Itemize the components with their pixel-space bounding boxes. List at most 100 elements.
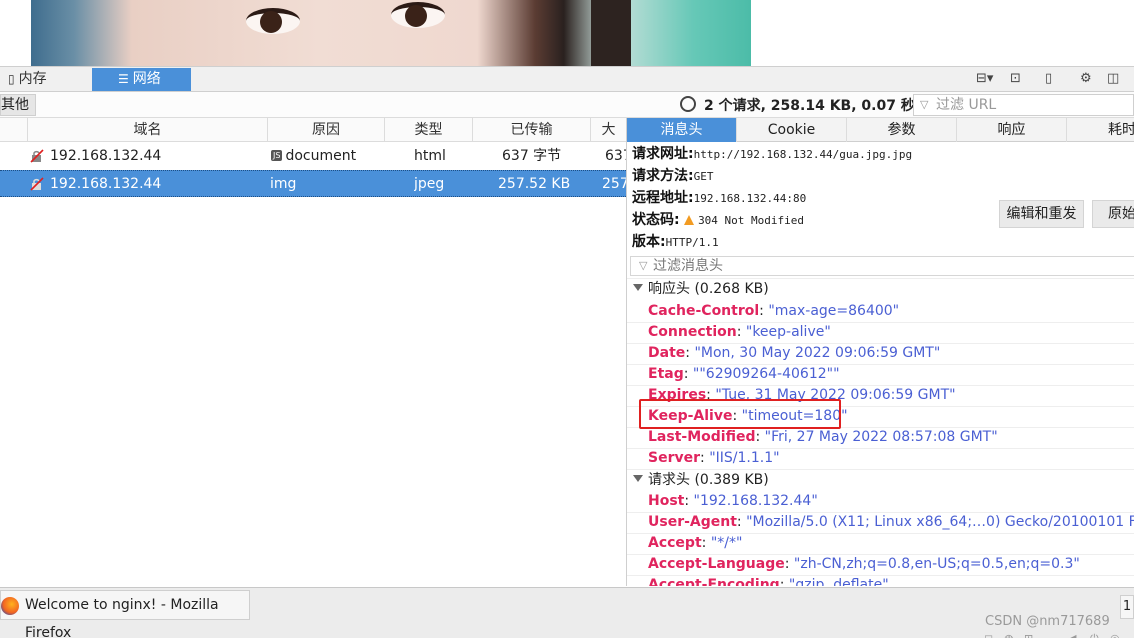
- taskbar: Welcome to nginx! - Mozilla Firefox 1 CS…: [0, 587, 1134, 638]
- column-type[interactable]: 类型: [384, 118, 472, 142]
- request-headers-title: 请求头 (0.389 KB): [648, 472, 769, 488]
- table-row[interactable]: 192.168.132.44 img jpeg 257.52 KB 257: [0, 170, 629, 197]
- portrait-image: [31, 0, 751, 66]
- tab-headers[interactable]: 消息头: [627, 118, 737, 142]
- header-filter-input[interactable]: ▽ 过滤消息头: [630, 256, 1134, 276]
- column-domain[interactable]: 域名: [27, 118, 267, 142]
- summary-remote-label: 远程地址:: [632, 190, 694, 206]
- eye-shape: [246, 8, 300, 34]
- insecure-lock-icon: [30, 177, 44, 191]
- header-name: Server: [648, 450, 701, 466]
- taskbar-window-title: Welcome to nginx! - Mozilla Firefox: [25, 597, 219, 638]
- power-icon[interactable]: ⏻: [1090, 632, 1099, 638]
- request-header-row: Host: "192.168.132.44": [648, 493, 818, 509]
- response-headers-title: 响应头 (0.268 KB): [648, 281, 769, 297]
- header-name: Accept-Language: [648, 556, 785, 572]
- dock-icon[interactable]: ⊟▾: [976, 71, 993, 86]
- header-value: "max-age=86400": [768, 303, 900, 319]
- table-row[interactable]: 192.168.132.44 JS document html 637 字节 63…: [0, 143, 632, 170]
- request-summary: 2 个请求, 258.14 KB, 0.07 秒: [680, 95, 915, 115]
- tab-timings[interactable]: 耗时: [1067, 118, 1134, 142]
- header-name: Date: [648, 345, 686, 361]
- performance-icon[interactable]: [680, 96, 696, 112]
- header-value: "gzip, deflate": [788, 577, 889, 586]
- tray-icon[interactable]: ◍: [1004, 632, 1014, 638]
- summary-status: 状态码: 304 Not Modified: [632, 209, 804, 231]
- cell-transferred: 637 字节: [502, 148, 562, 164]
- column-size[interactable]: 大: [590, 118, 626, 142]
- response-header-row: Connection: "keep-alive": [648, 324, 831, 340]
- split-console-icon[interactable]: ◫: [1107, 71, 1119, 86]
- response-header-row: Date: "Mon, 30 May 2022 09:06:59 GMT": [648, 345, 941, 361]
- cell-type: jpeg: [414, 176, 445, 192]
- summary-version: 版本:HTTP/1.1: [632, 231, 719, 253]
- tray-icon[interactable]: ◻: [984, 632, 993, 638]
- responsive-icon[interactable]: ▯: [1045, 71, 1052, 86]
- header-value: ""62909264-40612"": [692, 366, 840, 382]
- annotation-highlight-box: [639, 399, 841, 429]
- header-value: "Mon, 30 May 2022 09:06:59 GMT": [694, 345, 941, 361]
- request-header-row: User-Agent: "Mozilla/5.0 (X11; Linux x86…: [648, 512, 1134, 533]
- firefox-icon: [1, 597, 19, 615]
- tab-memory[interactable]: ▯ 内存: [0, 68, 92, 91]
- filter-icon: ▽: [639, 259, 648, 272]
- tab-memory-label: 内存: [18, 71, 47, 87]
- url-filter-input[interactable]: ▽ 过滤 URL: [913, 94, 1134, 116]
- cell-transferred: 257.52 KB: [498, 176, 571, 192]
- request-header-row: Accept-Language: "zh-CN,zh;q=0.8,en-US;q…: [648, 556, 1080, 572]
- summary-version-value: HTTP/1.1: [665, 236, 719, 249]
- header-value: "keep-alive": [745, 324, 831, 340]
- summary-method-value: GET: [693, 170, 714, 183]
- network-filter-bar: 其他 2 个请求, 258.14 KB, 0.07 秒 ▽ 过滤 URL: [0, 92, 1134, 118]
- header-name: User-Agent: [648, 514, 737, 530]
- response-headers-toggle[interactable]: 响应头 (0.268 KB): [633, 278, 769, 300]
- cell-domain: 192.168.132.44: [50, 148, 162, 164]
- cell-cause: img: [270, 176, 297, 192]
- header-name: Accept: [648, 535, 702, 551]
- console-icon[interactable]: ⊡: [1010, 71, 1021, 86]
- summary-remote: 远程地址:192.168.132.44:80: [632, 187, 806, 209]
- network-tray-icon[interactable]: ⊞: [1024, 632, 1033, 638]
- request-summary-text: 2 个请求, 258.14 KB, 0.07 秒: [704, 98, 915, 114]
- request-details-panel: 消息头 Cookie 参数 响应 耗时 请求网址:http://192.168.…: [626, 118, 1134, 586]
- request-headers-toggle[interactable]: 请求头 (0.389 KB): [633, 469, 769, 491]
- volume-icon[interactable]: ◀: [1068, 632, 1076, 638]
- response-header-row: Last-Modified: "Fri, 27 May 2022 08:57:0…: [648, 429, 998, 445]
- tab-network[interactable]: ☰ 网络: [92, 68, 191, 91]
- request-table: 域名 原因 类型 已传输 大 192.168.132.44 JS document…: [0, 118, 632, 586]
- tab-response[interactable]: 响应: [957, 118, 1067, 142]
- taskbar-window-firefox[interactable]: Welcome to nginx! - Mozilla Firefox: [0, 590, 250, 638]
- url-filter-placeholder: 过滤 URL: [936, 97, 997, 113]
- response-header-row: Etag: ""62909264-40612"": [648, 366, 840, 382]
- header-name: Etag: [648, 366, 684, 382]
- workspace-indicator[interactable]: 1: [1120, 595, 1134, 619]
- header-name: Connection: [648, 324, 737, 340]
- header-name: Host: [648, 493, 685, 509]
- header-value: "192.168.132.44": [693, 493, 818, 509]
- summary-method: 请求方法:GET: [632, 165, 713, 187]
- header-value: "*/*": [710, 535, 743, 551]
- memory-icon: ▯: [8, 72, 15, 86]
- expand-triangle-icon: [633, 475, 643, 482]
- header-filter-placeholder: 过滤消息头: [653, 258, 723, 274]
- summary-status-label: 状态码:: [632, 212, 680, 228]
- filter-other-button[interactable]: 其他: [0, 94, 36, 116]
- header-name: Cache-Control: [648, 303, 760, 319]
- gear-icon[interactable]: ⚙: [1080, 71, 1092, 86]
- tab-params[interactable]: 参数: [847, 118, 957, 142]
- cell-type: html: [414, 148, 446, 164]
- tab-cookie[interactable]: Cookie: [737, 118, 847, 142]
- warning-icon: [684, 215, 695, 225]
- tab-network-label: 网络: [132, 71, 161, 87]
- network-icon: ☰: [118, 72, 129, 86]
- raw-headers-button[interactable]: 原始: [1092, 200, 1134, 228]
- column-cause[interactable]: 原因: [267, 118, 384, 142]
- cell-size: 257: [602, 176, 629, 192]
- edit-resend-button[interactable]: 编辑和重发: [999, 200, 1084, 228]
- header-value: "Mozilla/5.0 (X11; Linux x86_64;…0) Geck…: [746, 514, 1134, 530]
- table-header: 域名 原因 类型 已传输 大: [0, 118, 626, 142]
- column-transferred[interactable]: 已传输: [472, 118, 590, 142]
- tray-icon[interactable]: ◎: [1110, 632, 1120, 638]
- summary-remote-value: 192.168.132.44:80: [693, 192, 807, 205]
- request-header-row: Accept: "*/*": [648, 535, 743, 551]
